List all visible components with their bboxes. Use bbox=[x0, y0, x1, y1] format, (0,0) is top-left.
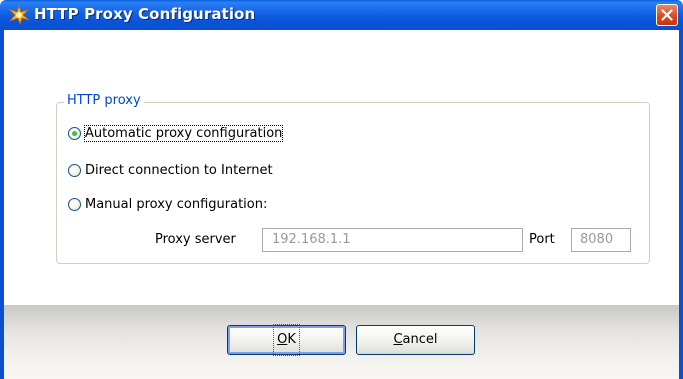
radio-direct-connection[interactable]: Direct connection to Internet bbox=[68, 160, 273, 180]
radio-label-direct: Direct connection to Internet bbox=[85, 162, 273, 178]
radio-label-automatic: Automatic proxy configuration bbox=[83, 124, 284, 142]
radio-manual-proxy[interactable]: Manual proxy configuration: bbox=[68, 194, 267, 214]
window-frame-right bbox=[679, 30, 683, 379]
port-input[interactable]: 8080 bbox=[571, 228, 631, 252]
dialog-window: HTTP Proxy Configuration HTTP proxy Auto… bbox=[0, 0, 683, 379]
radio-button[interactable] bbox=[68, 163, 81, 177]
ok-label-rest: K bbox=[287, 332, 296, 347]
ok-button[interactable]: OK bbox=[227, 324, 346, 356]
proxy-server-input[interactable]: 192.168.1.1 bbox=[262, 228, 523, 252]
ok-mnemonic: O bbox=[277, 332, 288, 347]
close-icon bbox=[661, 9, 673, 21]
radio-label-manual: Manual proxy configuration: bbox=[85, 196, 268, 212]
cancel-label-rest: ancel bbox=[402, 332, 438, 347]
sparkle-app-icon bbox=[8, 4, 30, 26]
close-button[interactable] bbox=[656, 4, 678, 26]
proxy-server-label: Proxy server bbox=[155, 232, 236, 247]
radio-button[interactable] bbox=[68, 197, 81, 211]
cancel-mnemonic: C bbox=[393, 332, 403, 347]
groupbox-legend: HTTP proxy bbox=[64, 93, 144, 108]
port-label: Port bbox=[529, 232, 555, 247]
cancel-button[interactable]: Cancel bbox=[356, 325, 475, 355]
radio-button-checked[interactable] bbox=[68, 126, 81, 140]
title-bar[interactable]: HTTP Proxy Configuration bbox=[0, 0, 683, 30]
radio-automatic-proxy[interactable]: Automatic proxy configuration bbox=[68, 123, 284, 143]
window-title: HTTP Proxy Configuration bbox=[34, 5, 256, 23]
